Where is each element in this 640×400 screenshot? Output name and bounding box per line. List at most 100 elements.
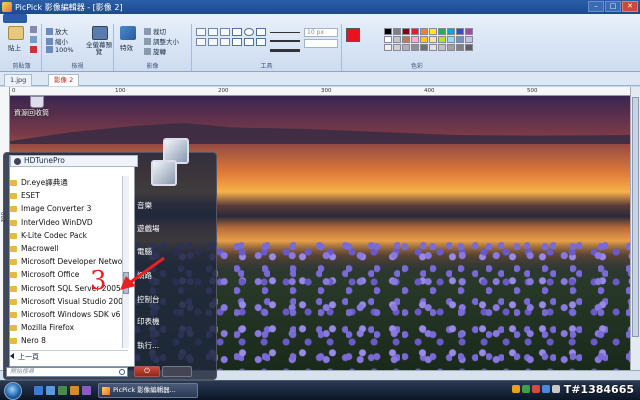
effects-button[interactable]: 特效 [120,42,133,52]
program-folder-windvd[interactable]: InterVideo WinDVD [8,216,122,229]
color-swatch[interactable] [384,28,392,35]
cut-icon[interactable] [30,26,37,33]
user-picture[interactable] [151,160,177,186]
pencil-tool-icon[interactable] [208,28,218,36]
fill-tool-icon[interactable] [208,38,218,46]
select-tool-icon[interactable] [196,28,206,36]
program-folder-firefox[interactable]: Mozilla Firefox [8,321,122,334]
paste-button[interactable]: 貼上 [8,42,21,52]
rectangle-shape-icon[interactable] [232,28,242,36]
text-tool-icon[interactable] [196,38,206,46]
color-swatch[interactable] [456,36,464,43]
color-swatch[interactable] [402,28,410,35]
color-swatch[interactable] [411,28,419,35]
color-swatch[interactable] [384,44,392,51]
color-swatch[interactable] [456,44,464,51]
color-swatch[interactable] [447,36,455,43]
resize-button[interactable]: 調整大小 [144,36,179,46]
eraser-tool-icon[interactable] [220,38,230,46]
start-orb-icon[interactable] [4,382,22,400]
tab-image-2[interactable]: 影像 2 [48,74,80,86]
color-swatch[interactable] [393,44,401,51]
line-width-3[interactable] [270,49,300,52]
quicklaunch-app-icon[interactable] [58,386,67,395]
minimize-button[interactable]: – [588,1,604,12]
start-search-input[interactable]: 開始搜尋 [6,367,128,377]
canvas-scroll-thumb[interactable] [632,97,639,337]
zoom-out-button[interactable]: 縮小 [46,36,68,46]
recycle-bin-icon[interactable] [30,96,44,108]
color-swatch[interactable] [411,36,419,43]
color-swatch[interactable] [465,36,473,43]
color-swatch[interactable] [438,28,446,35]
color-swatch[interactable] [393,36,401,43]
fullscreen-button[interactable]: 全螢幕預覽 [86,42,112,56]
quicklaunch-desktop-icon[interactable] [34,386,43,395]
brush-tool-icon[interactable] [220,28,230,36]
close-button[interactable]: ✕ [622,1,638,12]
font-size-combo[interactable]: 10 px [304,28,338,37]
tray-icon[interactable] [522,385,530,393]
lock-button[interactable] [162,366,192,377]
quicklaunch-ie-icon[interactable] [46,386,55,395]
color-swatch[interactable] [402,44,410,51]
program-folder-eset[interactable]: ESET [8,189,122,202]
program-folder-nero[interactable]: Nero 8 [8,334,122,347]
color-swatch[interactable] [429,44,437,51]
tray-icon[interactable] [532,385,540,393]
recycle-bin-label[interactable]: 資源回收筒 [14,108,49,118]
ellipse-shape-icon[interactable] [244,28,254,36]
primary-color-swatch[interactable] [346,28,360,42]
start-item-games[interactable]: 遊戲場 [137,223,160,234]
line-width-1[interactable] [270,32,300,33]
maximize-button[interactable]: □ [605,1,621,12]
arrow-shape-icon[interactable] [244,38,254,46]
tray-icon[interactable] [542,385,550,393]
color-swatch[interactable] [384,36,392,43]
program-folder-dreye[interactable]: Dr.eye譯典通 [8,176,122,189]
pinned-program-hdtunepro[interactable]: HDTunePro [10,155,138,167]
color-swatch[interactable] [447,28,455,35]
start-item-printers[interactable]: 印表機 [137,316,160,327]
start-item-run[interactable]: 執行... [137,340,159,351]
quicklaunch-media-icon[interactable] [82,386,91,395]
polygon-shape-icon[interactable] [256,38,266,46]
zoom-in-button[interactable]: 放大 [46,26,68,36]
quicklaunch-folder-icon[interactable] [70,386,79,395]
color-swatch[interactable] [465,28,473,35]
color-swatch[interactable] [438,36,446,43]
program-folder-visual-studio[interactable]: Microsoft Visual Studio 2005 [8,295,122,308]
color-swatch[interactable] [411,44,419,51]
taskbar-picpick-button[interactable]: PicPick 影像編輯器... [98,383,198,398]
power-button[interactable]: ⏻ [134,366,160,377]
color-swatch[interactable] [420,36,428,43]
tab-1-jpg[interactable]: 1.jpg [4,74,33,86]
color-swatch[interactable] [447,44,455,51]
color-swatch[interactable] [429,36,437,43]
style-combo[interactable] [304,39,338,48]
back-button[interactable]: 上一頁 [10,350,128,362]
program-folder-klite[interactable]: K-Lite Codec Pack [8,229,122,242]
line-width-2[interactable] [270,40,300,42]
tray-icon[interactable] [552,385,560,393]
color-swatch[interactable] [429,28,437,35]
zoom-100-button[interactable]: 100% [46,46,74,54]
program-folder-windows-sdk[interactable]: Microsoft Windows SDK v6 [8,308,122,321]
delete-icon[interactable] [30,46,37,53]
tray-icon[interactable] [512,385,520,393]
round-rect-shape-icon[interactable] [256,28,266,36]
program-folder-macrowell[interactable]: Macrowell [8,242,122,255]
crop-button[interactable]: 裁切 [144,26,166,36]
start-item-music[interactable]: 音樂 [137,200,152,211]
copy-icon[interactable] [30,36,37,43]
rotate-button[interactable]: 旋轉 [144,46,166,56]
color-swatch[interactable] [465,44,473,51]
color-swatch[interactable] [393,28,401,35]
program-folder-image-converter[interactable]: Image Converter 3 [8,202,122,215]
file-menu-button[interactable] [3,14,27,23]
color-swatch[interactable] [402,36,410,43]
canvas-vertical-scrollbar[interactable] [630,87,640,370]
color-swatch[interactable] [438,44,446,51]
line-shape-icon[interactable] [232,38,242,46]
color-swatch[interactable] [420,28,428,35]
